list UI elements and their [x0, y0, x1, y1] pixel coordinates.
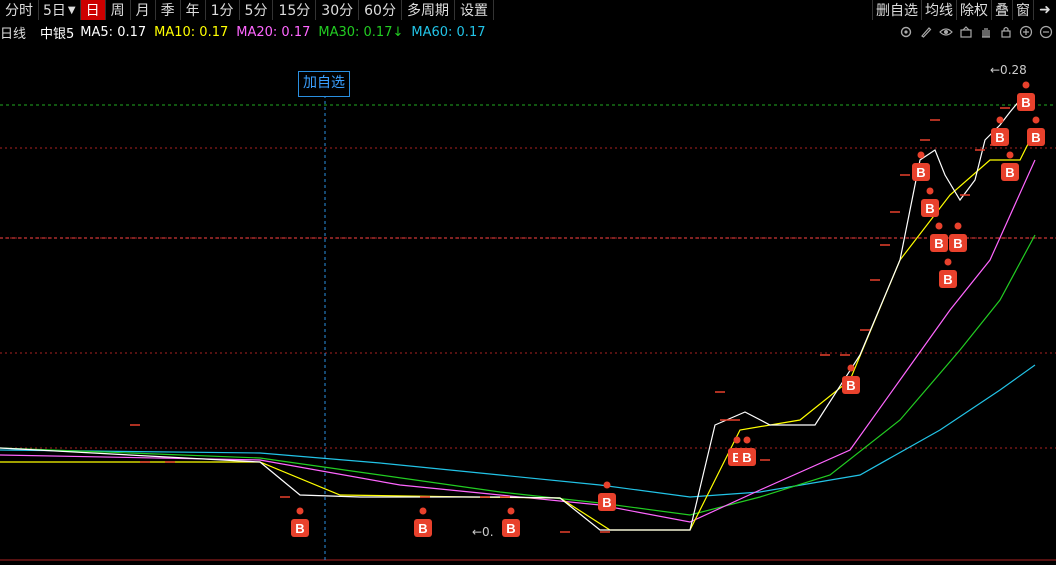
signal-dot [847, 364, 855, 372]
high-price-label: ←0.28 [990, 63, 1027, 77]
buy-marker-label: B [1005, 165, 1014, 180]
buy-marker-label: B [943, 272, 952, 287]
buy-marker-label: B [916, 165, 925, 180]
signal-dot [996, 116, 1004, 124]
low-price-label: ←0. [472, 525, 494, 539]
signal-dot [1006, 151, 1014, 159]
buy-marker-label: B [995, 130, 1004, 145]
signal-dot [733, 436, 741, 444]
signal-dot [1032, 116, 1040, 124]
signal-dot [743, 436, 751, 444]
add-to-watchlist-button[interactable]: 加自选 [298, 71, 350, 97]
ma5-line [0, 99, 1035, 531]
signal-dot [926, 187, 934, 195]
buy-marker-label: B [925, 201, 934, 216]
buy-marker-label: B [506, 521, 515, 536]
buy-marker-label: B [1021, 95, 1030, 110]
ma10-line [0, 129, 1036, 531]
buy-marker-label: B [1031, 130, 1040, 145]
buy-marker-label: B [602, 495, 611, 510]
signal-dot [603, 481, 611, 489]
signal-dot [419, 507, 427, 515]
signal-dot [1022, 81, 1030, 89]
buy-marker-label: B [953, 236, 962, 251]
signal-dot [944, 258, 952, 266]
price-chart[interactable]: B B BBB BBBBBBBBBBB [0, 0, 1056, 565]
buy-marker-label: B [934, 236, 943, 251]
ma30-line [0, 234, 1036, 516]
signal-dot [935, 222, 943, 230]
ma20-line [0, 159, 1036, 523]
signal-dot [507, 507, 515, 515]
signal-dot [296, 507, 304, 515]
ma60-line [0, 364, 1036, 498]
buy-marker-label: B [418, 521, 427, 536]
buy-marker-label: B [742, 450, 751, 465]
signal-dot [954, 222, 962, 230]
buy-marker-label: B [295, 521, 304, 536]
buy-marker-label: B [846, 378, 855, 393]
signal-dot [917, 151, 925, 159]
